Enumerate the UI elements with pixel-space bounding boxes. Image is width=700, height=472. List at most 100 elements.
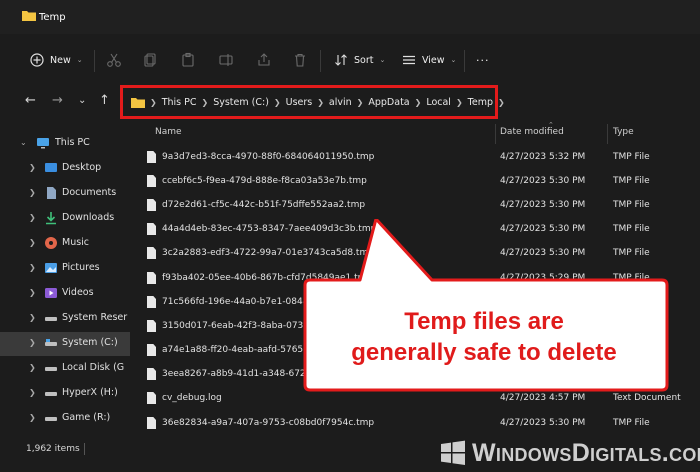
- sidebar-item-label: This PC: [55, 137, 90, 148]
- expand-chevron-icon[interactable]: ❯: [29, 288, 36, 297]
- file-icon: [147, 175, 156, 187]
- breadcrumb-local[interactable]: Local: [426, 97, 451, 108]
- expand-chevron-icon[interactable]: ❯: [29, 163, 36, 172]
- sidebar-item-pictures[interactable]: ❯ Pictures: [0, 257, 130, 281]
- sidebar-item-label: Videos: [62, 287, 94, 298]
- sidebar-item-label: Game (R:): [62, 412, 111, 423]
- expand-chevron-icon[interactable]: ❯: [29, 363, 36, 372]
- chevron-down-icon: ⌄: [379, 56, 386, 64]
- column-divider[interactable]: [495, 124, 496, 144]
- status-divider: [84, 443, 85, 455]
- expand-chevron-icon[interactable]: ❯: [29, 338, 36, 347]
- up-arrow-icon[interactable]: ↑: [99, 93, 110, 108]
- column-header-name[interactable]: Name: [155, 127, 182, 137]
- sort-button-label: Sort: [354, 54, 374, 66]
- watermark: WindowsDigitals.com: [440, 436, 700, 470]
- breadcrumb-appdata[interactable]: AppData: [368, 97, 409, 108]
- drive-icon: [45, 367, 57, 371]
- file-row[interactable]: 36e82834-a9a7-407a-9753-c08bd0f7954c.tmp…: [138, 412, 700, 436]
- column-divider[interactable]: [607, 124, 608, 144]
- breadcrumb-chevron-icon: ❯: [414, 97, 422, 107]
- sidebar-item-videos[interactable]: ❯ Videos: [0, 282, 130, 306]
- breadcrumb-temp[interactable]: Temp: [468, 97, 493, 108]
- desktop-icon: [45, 163, 57, 172]
- file-date: 4/27/2023 5:30 PM: [500, 418, 586, 428]
- rename-icon[interactable]: [218, 52, 234, 68]
- column-header-date[interactable]: Date modified: [500, 127, 564, 137]
- sidebar-item-local-disk-g[interactable]: ❯ Local Disk (G: [0, 357, 130, 381]
- file-icon: [147, 223, 156, 235]
- sidebar-item-desktop[interactable]: ❯ Desktop: [0, 157, 130, 181]
- sidebar-item-game-r[interactable]: ❯ Game (R:): [0, 407, 130, 431]
- expand-chevron-icon[interactable]: ❯: [29, 388, 36, 397]
- toolbar-divider: [320, 50, 321, 72]
- pc-icon: [37, 138, 49, 149]
- sidebar-item-label: Local Disk (G: [62, 362, 125, 373]
- navigation-pane: ⌄ This PC ❯ Desktop ❯ Documents ❯ Downlo…: [0, 122, 130, 434]
- breadcrumb-alvin[interactable]: alvin: [329, 97, 352, 108]
- drive-icon: [45, 317, 57, 321]
- file-name: 71c566fd-196e-44a0-b7e1-0848: [162, 297, 309, 307]
- sort-button[interactable]: Sort ⌄: [334, 40, 385, 80]
- breadcrumb-chevron-icon: ❯: [273, 97, 281, 107]
- plus-circle-icon: [30, 53, 44, 67]
- view-button[interactable]: View ⌄: [402, 40, 456, 80]
- breadcrumb-system-c[interactable]: System (C:): [213, 97, 269, 108]
- expand-chevron-icon[interactable]: ❯: [29, 313, 36, 322]
- view-button-label: View: [422, 54, 445, 66]
- forward-arrow-icon[interactable]: →: [52, 93, 63, 108]
- file-name: a74e1a88-ff20-4eab-aafd-57657: [162, 345, 309, 355]
- drive-icon: [45, 392, 57, 396]
- sidebar-item-label: System Reser: [62, 312, 128, 323]
- file-row[interactable]: ccebf6c5-f9ea-479d-888e-f8ca03a53e7b.tmp…: [138, 170, 700, 194]
- sidebar-item-label: Downloads: [62, 212, 115, 223]
- downloads-icon: [46, 212, 56, 225]
- recent-chevron-icon[interactable]: ⌄: [78, 95, 86, 106]
- file-row[interactable]: d72e2d61-cf5c-442c-b51f-75dffe552aa2.tmp…: [138, 194, 700, 218]
- new-button[interactable]: New ⌄: [30, 40, 83, 80]
- cut-icon[interactable]: [106, 52, 122, 68]
- file-date: 4/27/2023 5:30 PM: [500, 200, 586, 210]
- sidebar-item-label: Documents: [62, 187, 117, 198]
- breadcrumb-this-pc[interactable]: This PC: [162, 97, 197, 108]
- address-bar[interactable]: ❯ This PC ❯ System (C:) ❯ Users ❯ alvin …: [120, 85, 505, 119]
- sidebar-item-hyperx-h[interactable]: ❯ HyperX (H:): [0, 382, 130, 406]
- breadcrumb-users[interactable]: Users: [286, 97, 313, 108]
- sidebar-item-system-c[interactable]: ❯ System (C:): [0, 332, 130, 356]
- file-icon: [147, 392, 156, 404]
- back-arrow-icon[interactable]: ←: [25, 93, 36, 108]
- toolbar-divider: [94, 50, 95, 72]
- expand-chevron-icon[interactable]: ❯: [29, 188, 36, 197]
- file-icon: [147, 151, 156, 163]
- column-header-type[interactable]: Type: [613, 127, 634, 137]
- delete-icon[interactable]: [292, 52, 308, 68]
- file-name: 36e82834-a9a7-407a-9753-c08bd0f7954c.tmp: [162, 418, 375, 428]
- sidebar-item-this-pc[interactable]: ⌄ This PC: [0, 132, 130, 156]
- drive-icon: [45, 339, 57, 346]
- breadcrumb: ❯ This PC ❯ System (C:) ❯ Users ❯ alvin …: [131, 88, 505, 116]
- file-type: TMP File: [613, 200, 650, 210]
- sidebar-item-system-reserved[interactable]: ❯ System Reser: [0, 307, 130, 331]
- share-icon[interactable]: [256, 52, 272, 68]
- expand-chevron-icon[interactable]: ⌄: [20, 138, 27, 147]
- more-options-button[interactable]: ···: [476, 40, 490, 80]
- expand-chevron-icon[interactable]: ❯: [29, 413, 36, 422]
- file-icon: [147, 199, 156, 211]
- file-row[interactable]: 9a3d7ed3-8cca-4970-88f0-684064011950.tmp…: [138, 146, 700, 170]
- command-bar: New ⌄ Sort ⌄ View ⌄ ···: [0, 40, 700, 82]
- expand-chevron-icon[interactable]: ❯: [29, 263, 36, 272]
- callout-text: Temp files are generally safe to delete: [304, 306, 664, 368]
- breadcrumb-chevron-icon: ❯: [356, 97, 364, 107]
- chevron-down-icon: ⌄: [76, 56, 83, 64]
- sidebar-item-music[interactable]: ❯ Music: [0, 232, 130, 256]
- file-name: 9a3d7ed3-8cca-4970-88f0-684064011950.tmp: [162, 152, 375, 162]
- file-icon: [147, 320, 156, 332]
- copy-icon[interactable]: [142, 52, 158, 68]
- file-icon: [147, 368, 156, 380]
- sidebar-item-documents[interactable]: ❯ Documents: [0, 182, 130, 206]
- expand-chevron-icon[interactable]: ❯: [29, 213, 36, 222]
- paste-icon[interactable]: [180, 52, 196, 68]
- pictures-icon: [45, 263, 57, 273]
- sidebar-item-downloads[interactable]: ❯ Downloads: [0, 207, 130, 231]
- expand-chevron-icon[interactable]: ❯: [29, 238, 36, 247]
